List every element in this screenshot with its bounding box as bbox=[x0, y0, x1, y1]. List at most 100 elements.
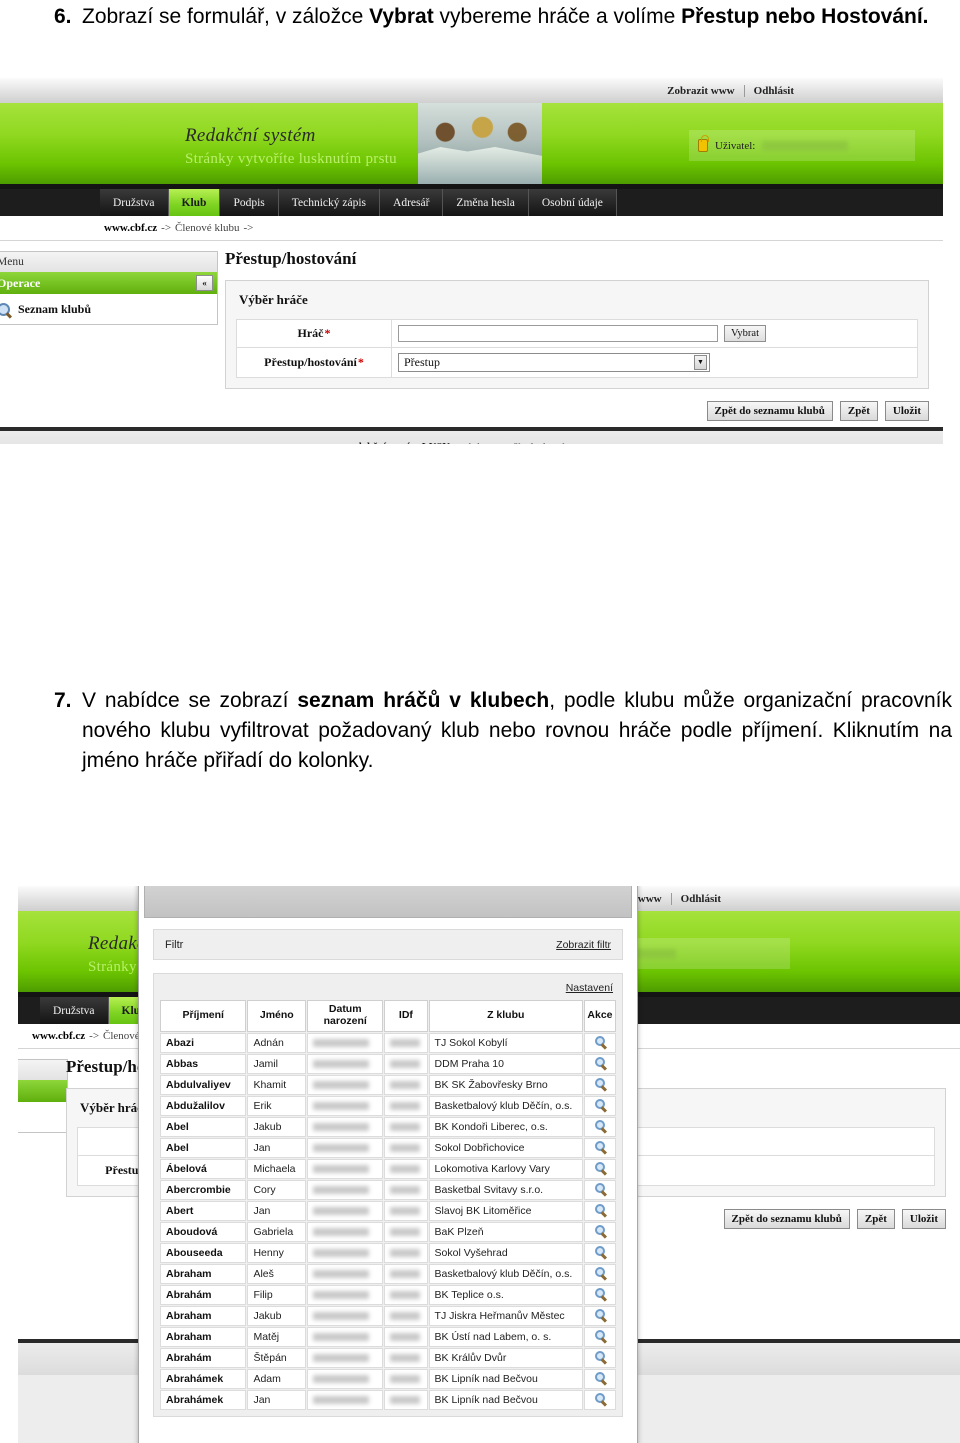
magnifier-icon[interactable] bbox=[594, 1309, 605, 1319]
show-www-link[interactable]: Zobrazit www bbox=[658, 85, 744, 97]
cell-surname[interactable]: Abrahámek bbox=[160, 1389, 247, 1410]
cell-action[interactable] bbox=[583, 1242, 616, 1263]
nav-tab-družstva[interactable]: Družstva bbox=[100, 189, 169, 216]
nav-tab-klub[interactable]: Klub bbox=[168, 189, 221, 216]
sidebar-group-operace[interactable]: Operace « bbox=[0, 272, 217, 294]
cell-club[interactable]: TJ Sokol Kobylí bbox=[428, 1032, 583, 1053]
nav-tab-osobní-údaje[interactable]: Osobní údaje bbox=[528, 189, 617, 216]
cell-action[interactable] bbox=[583, 1116, 616, 1137]
cell-surname[interactable]: Abel bbox=[160, 1137, 247, 1158]
cell-name[interactable]: Adnán bbox=[247, 1032, 307, 1053]
breadcrumb-site[interactable]: www.cbf.cz bbox=[104, 222, 157, 234]
cell-name[interactable]: Matěj bbox=[247, 1326, 307, 1347]
table-row[interactable]: Abdulvaliyev Khamit BK SK Žabovřesky Brno bbox=[160, 1074, 616, 1095]
logout-link[interactable]: Odhlásit bbox=[745, 85, 803, 97]
cell-club[interactable]: BaK Plzeň bbox=[428, 1221, 583, 1242]
cell-name[interactable]: Gabriela bbox=[247, 1221, 307, 1242]
table-row[interactable]: Abrahám Štěpán BK Králův Dvůr bbox=[160, 1347, 616, 1368]
save-button[interactable]: Uložit bbox=[901, 1209, 946, 1229]
breadcrumb-section[interactable]: Členové klubu bbox=[175, 222, 239, 234]
cell-name[interactable]: Jakub bbox=[247, 1116, 307, 1137]
cell-surname[interactable]: Abazi bbox=[160, 1032, 247, 1053]
magnifier-icon[interactable] bbox=[594, 1267, 605, 1277]
cell-name[interactable]: Michaela bbox=[247, 1158, 307, 1179]
nav-tab-technický-zápis[interactable]: Technický zápis bbox=[278, 189, 381, 216]
cell-surname[interactable]: Abel bbox=[160, 1116, 247, 1137]
nav-tab-změna-hesla[interactable]: Změna hesla bbox=[443, 189, 529, 216]
logout-link[interactable]: Odhlásit bbox=[672, 893, 730, 905]
cell-surname[interactable]: Ábelová bbox=[160, 1158, 247, 1179]
table-row[interactable]: Abdužalilov Erik Basketbalový klub Děčín, … bbox=[160, 1095, 616, 1116]
cell-club[interactable]: BK Teplice o.s. bbox=[428, 1284, 583, 1305]
cell-surname[interactable]: Abdulvaliyev bbox=[160, 1074, 247, 1095]
settings-link[interactable]: Nastavení bbox=[566, 982, 613, 994]
magnifier-icon[interactable] bbox=[594, 1183, 605, 1193]
main-nav[interactable]: DružstvaKlubPodpisTechnický zápisAdresář… bbox=[0, 189, 943, 216]
cell-surname[interactable]: Abbas bbox=[160, 1053, 247, 1074]
cell-action[interactable] bbox=[583, 1032, 616, 1053]
magnifier-icon[interactable] bbox=[594, 1078, 605, 1088]
cell-surname[interactable]: Abercrombie bbox=[160, 1179, 247, 1200]
cell-surname[interactable]: Abraham bbox=[160, 1326, 247, 1347]
cell-surname[interactable]: Abouseeda bbox=[160, 1242, 247, 1263]
column-header-surname[interactable]: Příjmení bbox=[160, 1000, 247, 1032]
cell-action[interactable] bbox=[583, 1347, 616, 1368]
nav-tab-družstva[interactable]: Družstva bbox=[40, 997, 109, 1024]
table-row[interactable]: Abercrombie Cory Basketbal Svitavy s.r.o. bbox=[160, 1179, 616, 1200]
cell-club[interactable]: Basketbalový klub Děčín, o.s. bbox=[428, 1263, 583, 1284]
cell-action[interactable] bbox=[583, 1326, 616, 1347]
breadcrumb-site[interactable]: www.cbf.cz bbox=[32, 1030, 85, 1042]
cell-action[interactable] bbox=[583, 1095, 616, 1116]
table-row[interactable]: Abouseeda Henny Sokol Vyšehrad bbox=[160, 1242, 616, 1263]
table-row[interactable]: Abel Jakub BK Kondoři Liberec, o.s. bbox=[160, 1116, 616, 1137]
table-row[interactable]: Ábelová Michaela Lokomotiva Karlovy Vary bbox=[160, 1158, 616, 1179]
cell-club[interactable]: BK Lipník nad Bečvou bbox=[428, 1368, 583, 1389]
player-input[interactable] bbox=[398, 325, 718, 342]
cell-name[interactable]: Jan bbox=[247, 1137, 307, 1158]
cell-name[interactable]: Jan bbox=[247, 1200, 307, 1221]
cell-club[interactable]: Sokol Vyšehrad bbox=[428, 1242, 583, 1263]
cell-action[interactable] bbox=[583, 1053, 616, 1074]
back-to-club-list-button[interactable]: Zpět do seznamu klubů bbox=[723, 1209, 850, 1229]
cell-surname[interactable]: Abraham bbox=[160, 1263, 247, 1284]
cell-name[interactable]: Erik bbox=[247, 1095, 307, 1116]
sidebar-item-seznam-klubu[interactable]: Seznam klubů bbox=[0, 294, 217, 324]
cell-action[interactable] bbox=[583, 1137, 616, 1158]
magnifier-icon[interactable] bbox=[594, 1099, 605, 1109]
table-row[interactable]: Abraham Matěj BK Ústí nad Labem, o. s. bbox=[160, 1326, 616, 1347]
table-row[interactable]: Abert Jan Slavoj BK Litoměřice bbox=[160, 1200, 616, 1221]
table-row[interactable]: Abrahám Filip BK Teplice o.s. bbox=[160, 1284, 616, 1305]
cell-surname[interactable]: Abrahám bbox=[160, 1347, 247, 1368]
magnifier-icon[interactable] bbox=[594, 1141, 605, 1151]
cell-club[interactable]: Lokomotiva Karlovy Vary bbox=[428, 1158, 583, 1179]
cell-action[interactable] bbox=[583, 1158, 616, 1179]
cell-club[interactable]: Basketbalový klub Děčín, o.s. bbox=[428, 1095, 583, 1116]
cell-surname[interactable]: Abrahámek bbox=[160, 1368, 247, 1389]
table-row[interactable]: Abel Jan Sokol Dobřichovice bbox=[160, 1137, 616, 1158]
cell-name[interactable]: Jan bbox=[247, 1389, 307, 1410]
magnifier-icon[interactable] bbox=[594, 1057, 605, 1067]
back-to-club-list-button[interactable]: Zpět do seznamu klubů bbox=[706, 401, 833, 421]
column-header-dob[interactable]: Datum narození bbox=[307, 1000, 384, 1032]
cell-action[interactable] bbox=[583, 1221, 616, 1242]
cell-action[interactable] bbox=[583, 1368, 616, 1389]
sidebar-group-operace[interactable] bbox=[18, 1080, 67, 1102]
cell-action[interactable] bbox=[583, 1263, 616, 1284]
magnifier-icon[interactable] bbox=[594, 1162, 605, 1172]
cell-club[interactable]: BK Lipník nad Bečvou bbox=[428, 1389, 583, 1410]
show-filter-link[interactable]: Zobrazit filtr bbox=[556, 939, 611, 951]
column-header-club[interactable]: Z klubu bbox=[428, 1000, 583, 1032]
table-row[interactable]: Aboudová Gabriela BaK Plzeň bbox=[160, 1221, 616, 1242]
cell-club[interactable]: BK Kondoři Liberec, o.s. bbox=[428, 1116, 583, 1137]
cell-name[interactable]: Filip bbox=[247, 1284, 307, 1305]
table-row[interactable]: Abbas Jamil DDM Praha 10 bbox=[160, 1053, 616, 1074]
magnifier-icon[interactable] bbox=[594, 1330, 605, 1340]
table-row[interactable]: Abraham Aleš Basketbalový klub Děčín, o.s. bbox=[160, 1263, 616, 1284]
cell-club[interactable]: TJ Jiskra Heřmanův Městec bbox=[428, 1305, 583, 1326]
cell-surname[interactable]: Abert bbox=[160, 1200, 247, 1221]
cell-action[interactable] bbox=[583, 1284, 616, 1305]
save-button[interactable]: Uložit bbox=[884, 401, 929, 421]
nav-tab-podpis[interactable]: Podpis bbox=[220, 189, 279, 216]
transfer-type-select[interactable]: Přestup ▼ bbox=[398, 353, 710, 372]
cell-action[interactable] bbox=[583, 1074, 616, 1095]
